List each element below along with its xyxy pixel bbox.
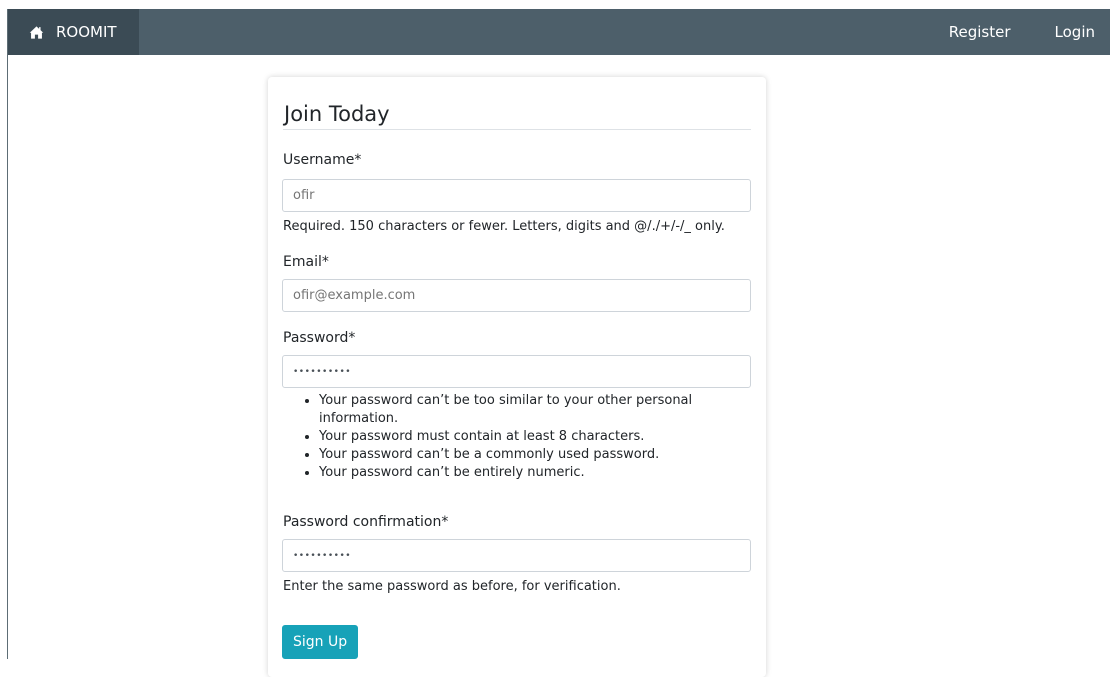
brand-name: ROOMIT <box>56 23 117 41</box>
legend-divider <box>283 129 751 130</box>
password-confirmation-help: Enter the same password as before, for v… <box>283 579 621 594</box>
password-help-item: Your password can’t be too similar to yo… <box>319 392 739 428</box>
email-label: Email* <box>283 254 329 270</box>
form-legend: Join Today <box>284 102 390 126</box>
password-help-item: Your password can’t be entirely numeric. <box>319 464 739 482</box>
username-help: Required. 150 characters or fewer. Lette… <box>283 219 725 234</box>
password-help-item: Your password must contain at least 8 ch… <box>319 428 739 446</box>
nav-links: Register Login <box>949 23 1110 41</box>
password-help-list: Your password can’t be too similar to yo… <box>303 392 739 482</box>
login-link[interactable]: Login <box>1055 23 1095 41</box>
password-confirmation-input[interactable] <box>282 539 751 572</box>
signup-card: Join Today Username* Required. 150 chara… <box>268 77 766 677</box>
password-label: Password* <box>283 330 356 346</box>
password-help-item: Your password can’t be a commonly used p… <box>319 446 739 464</box>
window-top-edge <box>0 0 1110 9</box>
home-icon <box>29 25 44 39</box>
password-confirmation-label: Password confirmation* <box>283 514 449 530</box>
username-label: Username* <box>283 152 362 168</box>
email-input[interactable] <box>282 279 751 312</box>
brand-link[interactable]: ROOMIT <box>8 9 139 55</box>
top-navbar: ROOMIT Register Login <box>8 9 1110 55</box>
username-input[interactable] <box>282 179 751 212</box>
register-link[interactable]: Register <box>949 23 1011 41</box>
sign-up-button[interactable]: Sign Up <box>282 625 359 659</box>
password-input[interactable] <box>282 355 751 388</box>
window-left-edge <box>7 9 8 659</box>
